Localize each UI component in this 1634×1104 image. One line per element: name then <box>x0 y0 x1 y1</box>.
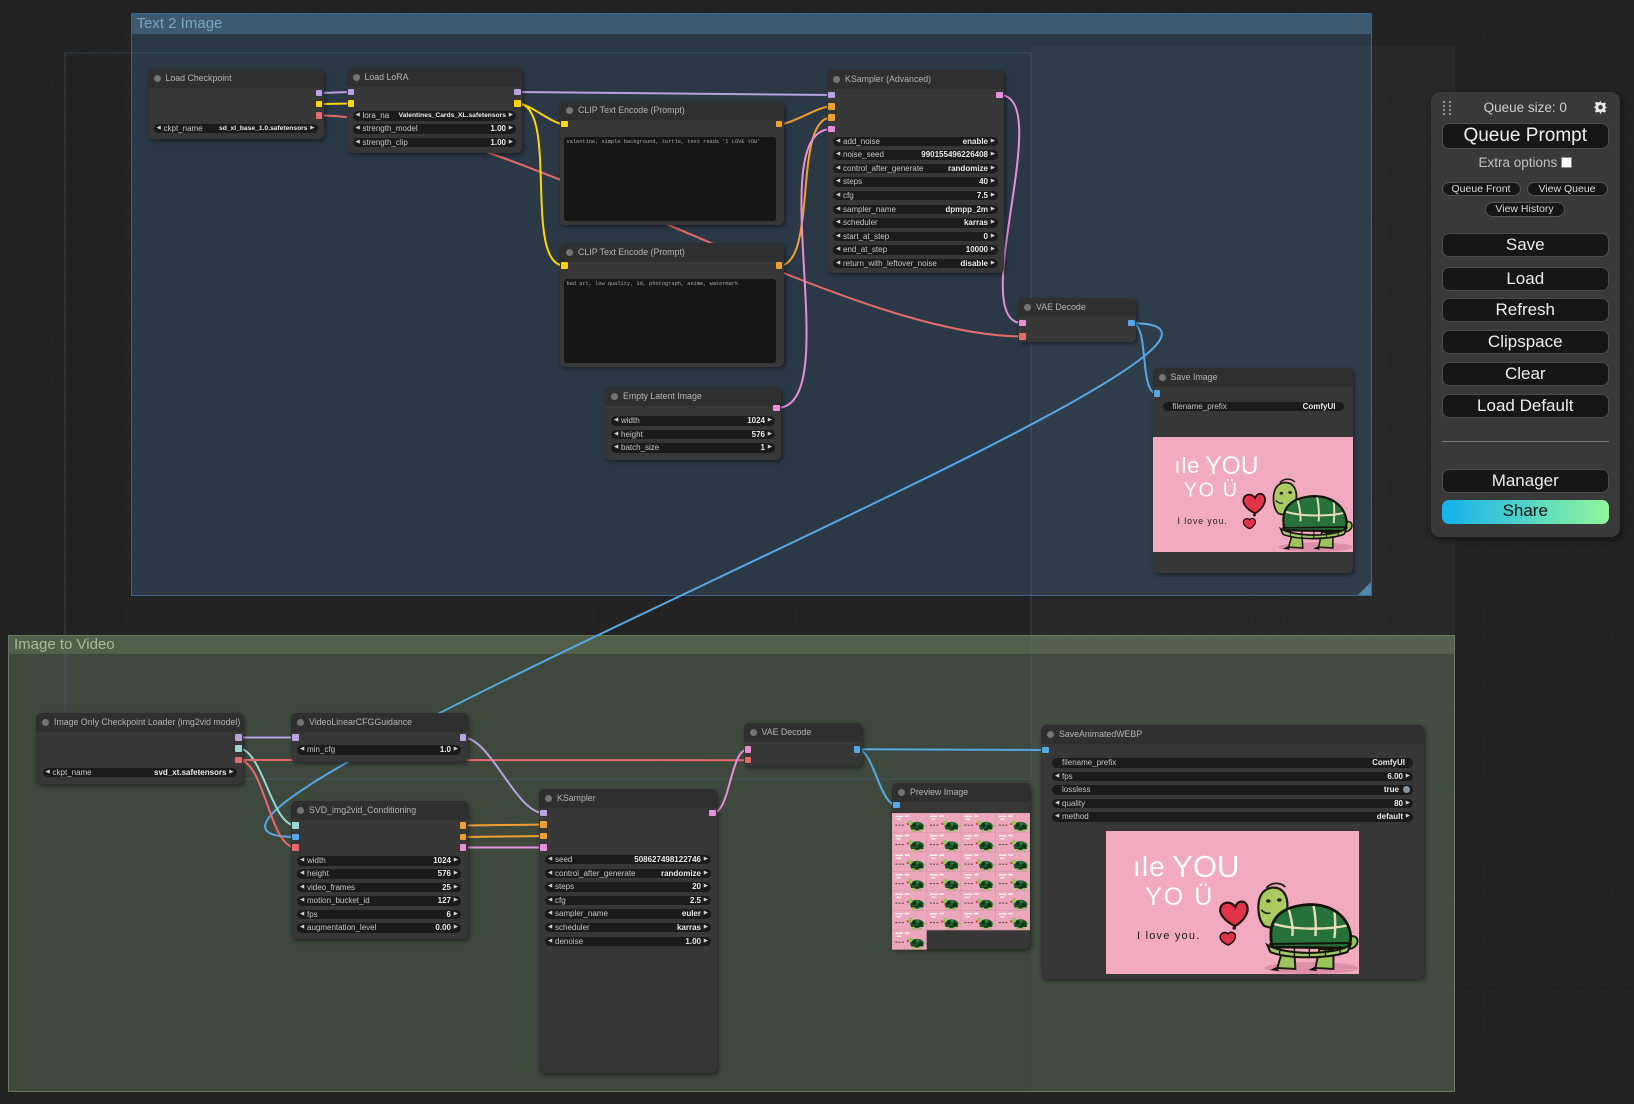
svg-text:YO Ü: YO Ü <box>1183 479 1238 501</box>
svg-text:YOU: YOU <box>1172 849 1239 884</box>
svg-text:ıle: ıle <box>1174 453 1200 478</box>
svg-text:I love you.: I love you. <box>1177 515 1227 525</box>
svg-text:ıle: ıle <box>1133 851 1166 882</box>
svg-text:YOU: YOU <box>1205 452 1258 479</box>
svg-text:YO Ü: YO Ü <box>1145 883 1214 911</box>
svg-text:I love you.: I love you. <box>1137 930 1200 942</box>
